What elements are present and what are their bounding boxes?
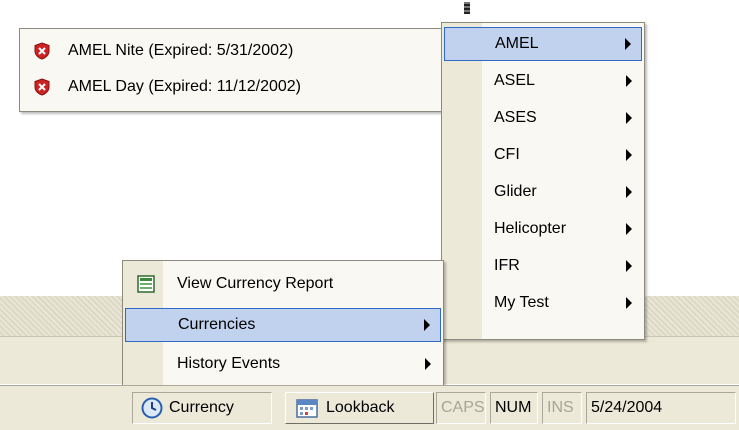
lookback-button-label: Lookback (326, 399, 395, 416)
submenu-arrow-icon (626, 186, 632, 198)
submenu-arrow-icon (626, 223, 632, 235)
menu-item-label: AMEL (495, 35, 539, 52)
menu-item-ifr[interactable]: IFR (444, 249, 642, 283)
mouse-cursor-icon (464, 2, 470, 14)
menu-item-ases[interactable]: ASES (444, 101, 642, 135)
lookback-button[interactable]: Lookback (285, 392, 434, 424)
menu-item-history-events[interactable]: History Events (125, 347, 441, 381)
menu-item-label: AMEL Nite (Expired: 5/31/2002) (68, 42, 294, 59)
menu-item-view-currency-report[interactable]: View Currency Report (125, 267, 441, 301)
submenu-arrow-icon (626, 112, 632, 124)
clock-icon (141, 397, 163, 419)
menu-item-glider[interactable]: Glider (444, 175, 642, 209)
currency-category-submenu: AMEL ASEL ASES CFI Glider Helicopter IFR… (441, 22, 645, 340)
date-label: 5/24/2004 (591, 399, 663, 416)
menu-item-currencies[interactable]: Currencies (125, 308, 441, 342)
menu-item-amel[interactable]: AMEL (444, 27, 642, 61)
insert-indicator: INS (542, 392, 582, 424)
submenu-arrow-icon (626, 297, 632, 309)
currency-button-label: Currency (169, 399, 234, 416)
expired-currency-submenu: AMEL Nite (Expired: 5/31/2002) AMEL Day … (19, 28, 443, 112)
menu-item-label: Helicopter (494, 220, 567, 237)
menu-item-asel[interactable]: ASEL (444, 64, 642, 98)
num-label: NUM (495, 399, 532, 416)
submenu-arrow-icon (626, 75, 632, 87)
menu-item-cfi[interactable]: CFI (444, 138, 642, 172)
caps-label: CAPS (441, 399, 485, 416)
menu-item-label: View Currency Report (177, 275, 334, 292)
submenu-arrow-icon (626, 260, 632, 272)
menu-item-label: My Test (494, 294, 549, 311)
currency-button[interactable]: Currency (132, 392, 272, 424)
expired-shield-icon (34, 78, 50, 96)
menu-item-label: IFR (494, 257, 520, 274)
menu-item-amel-day[interactable]: AMEL Day (Expired: 11/12/2002) (22, 70, 440, 104)
menu-item-label: Glider (494, 183, 537, 200)
date-display: 5/24/2004 (586, 392, 736, 424)
currency-popup-menu: View Currency Report Currencies History … (122, 260, 444, 388)
submenu-arrow-icon (424, 319, 430, 331)
menu-item-label: ASEL (494, 72, 535, 89)
report-icon (137, 275, 155, 293)
menu-item-helicopter[interactable]: Helicopter (444, 212, 642, 246)
menu-item-amel-nite[interactable]: AMEL Nite (Expired: 5/31/2002) (22, 34, 440, 68)
caps-lock-indicator: CAPS (436, 392, 486, 424)
submenu-arrow-icon (625, 38, 631, 50)
menu-item-label: Currencies (178, 316, 256, 333)
submenu-arrow-icon (425, 358, 431, 370)
ins-label: INS (547, 399, 574, 416)
submenu-arrow-icon (626, 149, 632, 161)
calendar-icon (296, 399, 318, 418)
expired-shield-icon (34, 42, 50, 60)
menu-item-my-test[interactable]: My Test (444, 286, 642, 320)
menu-item-label: AMEL Day (Expired: 11/12/2002) (68, 78, 302, 95)
menu-item-label: ASES (494, 109, 537, 126)
menu-item-label: History Events (177, 355, 281, 372)
num-lock-indicator: NUM (490, 392, 538, 424)
menu-item-label: CFI (494, 146, 520, 163)
